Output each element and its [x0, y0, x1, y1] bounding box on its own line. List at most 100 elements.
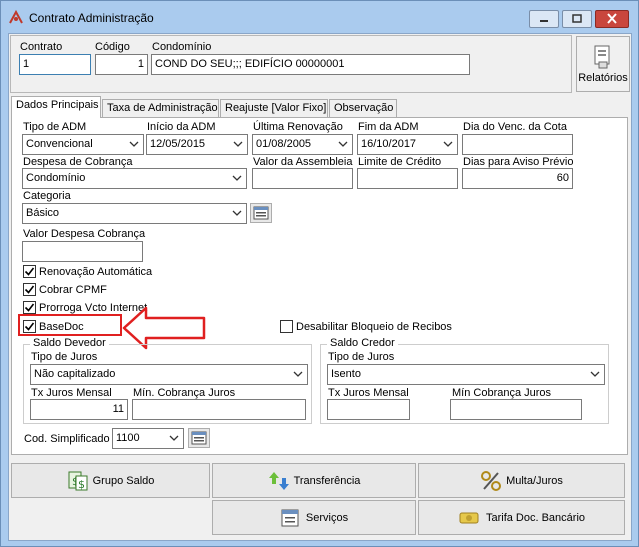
categoria-select[interactable]: Básico [22, 203, 247, 224]
chevron-down-icon [232, 210, 242, 216]
dias-aviso-label: Dias para Aviso Prévio [463, 156, 574, 168]
main-window: Contrato Administração Contrato 1 Código… [0, 0, 639, 547]
sd-tipo-juros-value: Não capitalizado [34, 368, 116, 380]
multa-juros-label: Multa/Juros [506, 474, 563, 487]
relatorios-button[interactable]: Relatórios [576, 36, 630, 92]
money-icon: $ $ [68, 471, 88, 491]
checkmark-icon [24, 267, 35, 276]
servicos-label: Serviços [305, 511, 349, 524]
tab-reajuste[interactable]: Reajuste [Valor Fixo] [220, 99, 328, 117]
sc-tipo-juros-select[interactable]: Isento [327, 364, 605, 385]
fim-adm-label: Fim da ADM [358, 121, 419, 133]
sd-tx-juros-label: Tx Juros Mensal [31, 387, 112, 399]
title-bar[interactable]: Contrato Administração [1, 1, 638, 33]
chevron-down-icon [129, 141, 139, 147]
sd-tx-juros-input[interactable]: 11 [30, 399, 128, 420]
percent-icon [481, 470, 502, 491]
ultima-renovacao-date[interactable]: 01/08/2005 [252, 134, 353, 155]
codigo-input[interactable]: 1 [95, 54, 148, 75]
transferencia-button[interactable]: Transferência [212, 463, 416, 498]
grupo-saldo-label: Grupo Saldo [92, 474, 155, 487]
sc-min-cobranca-label: Mín Cobrança Juros [452, 387, 552, 399]
tipo-adm-label: Tipo de ADM [23, 121, 87, 133]
search-list-icon [253, 206, 269, 220]
dia-venc-label: Dia do Venc. da Cota [463, 121, 567, 133]
despesa-cobranca-label: Despesa de Cobrança [23, 156, 133, 168]
valor-despesa-label: Valor Despesa Cobrança [23, 228, 146, 240]
tab-dados-principais[interactable]: Dados Principais [11, 96, 101, 118]
contrato-label: Contrato [20, 41, 63, 53]
ultima-renovacao-label: Última Renovação [253, 121, 343, 133]
window-title: Contrato Administração [29, 11, 154, 25]
cod-simplificado-lookup-button[interactable] [188, 428, 210, 448]
fim-adm-date[interactable]: 16/10/2017 [357, 134, 458, 155]
desabilitar-label: Desabilitar Bloqueio de Recibos [296, 321, 452, 333]
despesa-cobranca-value: Condomínio [26, 172, 86, 184]
sc-tipo-juros-value: Isento [331, 368, 361, 380]
desabilitar-checkbox[interactable] [280, 320, 293, 333]
prorroga-checkbox[interactable] [23, 301, 36, 314]
sd-tipo-juros-label: Tipo de Juros [31, 351, 98, 363]
renovacao-auto-checkbox[interactable] [23, 265, 36, 278]
sd-tipo-juros-select[interactable]: Não capitalizado [30, 364, 308, 385]
sd-min-cobranca-label: Mín. Cobrança Juros [133, 387, 236, 399]
chevron-down-icon [233, 141, 243, 147]
services-icon [281, 509, 299, 526]
codigo-label: Código [95, 41, 130, 53]
chevron-down-icon [293, 371, 303, 377]
tab-taxa-administracao[interactable]: Taxa de Administração [102, 99, 219, 117]
maximize-button[interactable] [562, 10, 592, 28]
condominio-input[interactable]: COND DO SEU;;; EDIFÍCIO 00000001 [151, 54, 470, 75]
condominio-label: Condomínio [152, 41, 212, 53]
servicos-button[interactable]: Serviços [212, 500, 416, 535]
relatorios-label: Relatórios [578, 72, 628, 84]
close-icon [607, 13, 617, 24]
close-button[interactable] [595, 10, 629, 28]
inicio-adm-value: 12/05/2015 [150, 138, 206, 150]
valor-despesa-input[interactable] [22, 241, 143, 262]
report-icon [594, 45, 610, 69]
chevron-down-icon [169, 435, 179, 441]
dia-venc-input[interactable] [462, 134, 573, 155]
sc-min-cobranca-input[interactable] [450, 399, 582, 420]
tipo-adm-select[interactable]: Convencional [22, 134, 144, 155]
cobrar-cpmf-label: Cobrar CPMF [39, 284, 107, 296]
sc-tx-juros-label: Tx Juros Mensal [328, 387, 409, 399]
chevron-down-icon [590, 371, 600, 377]
transfer-arrows-icon [268, 471, 289, 490]
limite-credito-input[interactable] [357, 168, 458, 189]
cod-simplificado-label: Cod. Simplificado [24, 433, 110, 445]
sc-tx-juros-input[interactable] [327, 399, 410, 420]
saldo-devedor-title: Saldo Devedor [30, 337, 109, 349]
cod-simplificado-select[interactable]: 1100 [112, 428, 184, 449]
limite-credito-label: Limite de Crédito [358, 156, 442, 168]
valor-assembleia-input[interactable] [252, 168, 353, 189]
cobrar-cpmf-checkbox[interactable] [23, 283, 36, 296]
categoria-lookup-button[interactable] [250, 203, 272, 223]
sd-min-cobranca-input[interactable] [132, 399, 306, 420]
tarifa-doc-button[interactable]: Tarifa Doc. Bancário [418, 500, 625, 535]
grupo-saldo-button[interactable]: $ $ Grupo Saldo [11, 463, 210, 498]
app-icon [9, 9, 23, 24]
tipo-adm-value: Convencional [26, 138, 93, 150]
multa-juros-button[interactable]: Multa/Juros [418, 463, 625, 498]
chevron-down-icon [443, 141, 453, 147]
checkmark-icon [24, 285, 35, 294]
contrato-input[interactable]: 1 [19, 54, 91, 75]
maximize-icon [572, 14, 582, 23]
money-bill-icon [459, 512, 479, 523]
search-list-icon [191, 431, 207, 445]
annotation-highlight-box [18, 314, 122, 336]
dias-aviso-input[interactable]: 60 [462, 168, 573, 189]
tab-observacao[interactable]: Observação [329, 99, 397, 117]
inicio-adm-label: Início da ADM [147, 121, 216, 133]
chevron-down-icon [232, 175, 242, 181]
sc-tipo-juros-label: Tipo de Juros [328, 351, 395, 363]
tarifa-doc-label: Tarifa Doc. Bancário [485, 511, 586, 524]
inicio-adm-date[interactable]: 12/05/2015 [146, 134, 248, 155]
despesa-cobranca-select[interactable]: Condomínio [22, 168, 247, 189]
minimize-button[interactable] [529, 10, 559, 28]
categoria-label: Categoria [23, 190, 71, 202]
checkmark-icon [24, 303, 35, 312]
fim-adm-value: 16/10/2017 [361, 138, 417, 150]
